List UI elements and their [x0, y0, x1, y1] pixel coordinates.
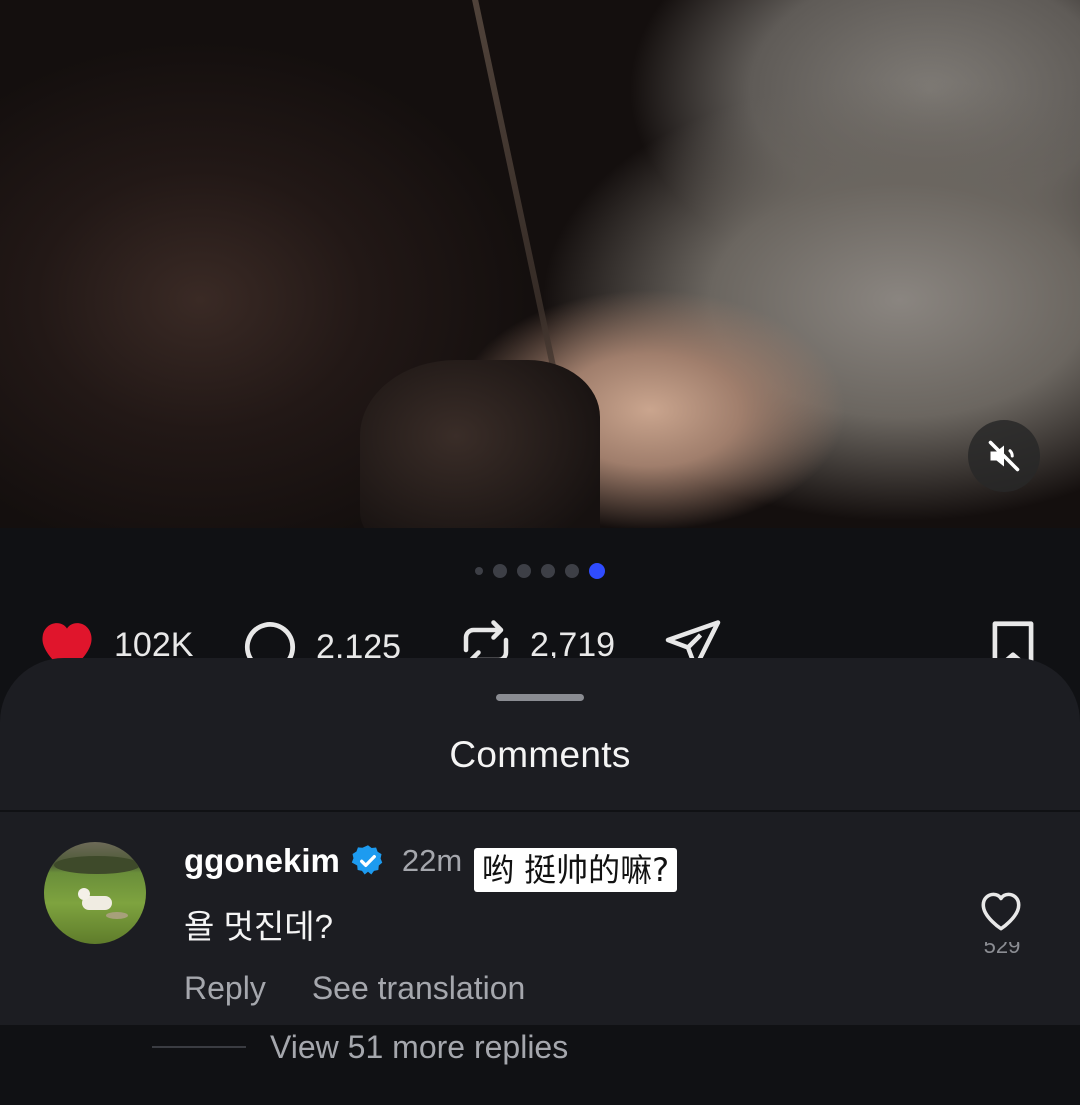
view-more-replies[interactable]: View 51 more replies: [0, 1025, 1080, 1105]
sheet-title: Comments: [449, 734, 631, 775]
translation-overlay: 哟 挺帅的嘛?: [474, 848, 678, 892]
carousel-dot: [517, 564, 531, 578]
like-outline-icon[interactable]: [976, 886, 1026, 936]
mute-toggle-button[interactable]: [968, 420, 1040, 492]
comment-like-count: 529: [983, 942, 1021, 956]
see-translation-button[interactable]: See translation: [312, 970, 525, 1007]
verified-badge-icon: [351, 845, 383, 875]
divider: [152, 1046, 246, 1048]
carousel-dot: [541, 564, 555, 578]
volume-muted-icon: [988, 440, 1020, 472]
post-photo[interactable]: [0, 0, 1080, 528]
carousel-indicator: [0, 563, 1080, 579]
carousel-dot-active: [589, 563, 605, 579]
reply-button[interactable]: Reply: [184, 970, 266, 1007]
sheet-drag-handle[interactable]: [496, 694, 584, 701]
carousel-dot: [493, 564, 507, 578]
comment-actions: Reply See translation: [184, 970, 525, 1007]
photo-detail: [360, 360, 600, 528]
carousel-dot: [475, 567, 483, 575]
comment-username[interactable]: ggonekim: [184, 842, 340, 880]
comment-text: 욜 멋진데?: [184, 908, 333, 945]
view-more-replies-label[interactable]: View 51 more replies: [270, 1029, 568, 1066]
comment-timestamp: 22m: [401, 843, 463, 878]
comments-sheet: Comments ggonekim 22m 욜 멋진데? 哟 挺帅的嘛? Rep…: [0, 658, 1080, 1105]
avatar[interactable]: [44, 842, 146, 944]
carousel-dot: [565, 564, 579, 578]
comment-item: ggonekim 22m 욜 멋진데? 哟 挺帅的嘛? Reply See tr…: [0, 812, 1080, 1024]
comment-header: ggonekim 22m: [184, 842, 462, 880]
photo-detail: [470, 0, 558, 373]
